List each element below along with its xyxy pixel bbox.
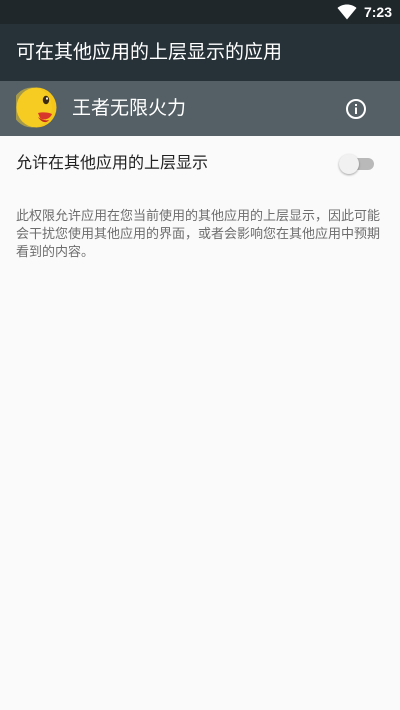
- toggle-thumb: [339, 154, 359, 174]
- info-icon[interactable]: [340, 93, 372, 125]
- emoji-face-icon: [16, 87, 57, 128]
- permission-description: 此权限允许应用在您当前使用的其他应用的上层显示，因此可能会干扰您使用其他应用的界…: [16, 209, 381, 260]
- screen: 7:23 可在其他应用的上层显示的应用 王者无限火力 允许在其他应用的上层显示 …: [0, 0, 400, 710]
- status-time: 7:23: [363, 4, 392, 20]
- overlay-permission-toggle[interactable]: [338, 153, 378, 175]
- overlay-permission-label: 允许在其他应用的上层显示: [16, 153, 209, 172]
- status-bar: 7:23: [0, 0, 400, 24]
- wifi-icon: [337, 4, 357, 20]
- app-name: 王者无限火力: [72, 97, 187, 119]
- app-bar: 可在其他应用的上层显示的应用: [0, 24, 400, 81]
- app-header: 王者无限火力: [0, 81, 400, 136]
- overlay-permission-row[interactable]: 允许在其他应用的上层显示: [0, 136, 400, 190]
- page-title: 可在其他应用的上层显示的应用: [16, 41, 283, 63]
